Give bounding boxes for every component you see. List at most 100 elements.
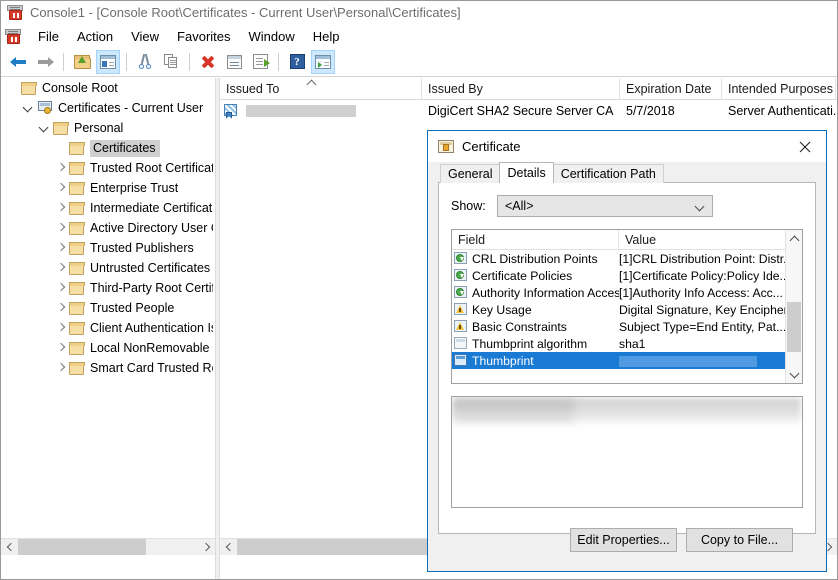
column-header-issued-to[interactable]: Issued To — [220, 78, 422, 100]
toolbar: ? — [1, 47, 837, 77]
tree-horizontal-scrollbar[interactable] — [1, 538, 215, 555]
menu-item-file[interactable]: File — [29, 27, 68, 46]
menu-bar: File Action View Favorites Window Help — [1, 25, 837, 47]
tree-item-label: Trusted Publishers — [90, 241, 194, 255]
chevron-right-icon[interactable] — [53, 220, 69, 236]
tab-label: Details — [507, 166, 545, 180]
tree-item-enterprise-trust[interactable]: Enterprise Trust — [1, 178, 215, 198]
copy-to-file-button[interactable]: Copy to File... — [686, 528, 793, 552]
column-header-expiration-date[interactable]: Expiration Date — [620, 78, 722, 100]
edit-properties-button[interactable]: Edit Properties... — [570, 528, 677, 552]
tree-item-client-authentication-issuers[interactable]: Client Authentication Issuers — [1, 318, 215, 338]
toolbar-separator — [278, 53, 279, 71]
menu-item-favorites[interactable]: Favorites — [168, 27, 239, 46]
tree-scroll-track[interactable] — [18, 539, 198, 556]
sort-ascending-icon — [308, 79, 317, 85]
tree-item-console-root[interactable]: Console Root — [1, 78, 215, 98]
tree-item-smart-card-trusted-roots[interactable]: Smart Card Trusted Roots — [1, 358, 215, 378]
up-one-level-button[interactable] — [70, 50, 94, 74]
value-column-header[interactable]: Value — [619, 230, 802, 249]
tree-item-trusted-publishers[interactable]: Trusted Publishers — [1, 238, 215, 258]
dialog-title-bar: Certificate — [428, 131, 826, 162]
properties-button[interactable] — [222, 50, 246, 74]
warning-icon — [454, 320, 468, 333]
delete-button[interactable] — [196, 50, 220, 74]
show-action-pane-button[interactable] — [311, 50, 335, 74]
field-row[interactable]: CRL Distribution Points[1]CRL Distributi… — [452, 250, 802, 267]
folder-icon — [69, 182, 85, 195]
chevron-down-icon[interactable] — [37, 120, 53, 136]
tree-item-active-directory-user-object[interactable]: Active Directory User Object — [1, 218, 215, 238]
back-button[interactable] — [7, 50, 31, 74]
field-row[interactable]: Thumbprint... — [452, 352, 802, 369]
tree-item-intermediate-certification-au[interactable]: Intermediate Certification Au — [1, 198, 215, 218]
export-icon — [253, 54, 268, 69]
help-button[interactable]: ? — [285, 50, 309, 74]
tree-item-certificates-current-user[interactable]: Certificates - Current User — [1, 98, 215, 118]
menu-item-view[interactable]: View — [122, 27, 168, 46]
field-row[interactable]: Thumbprint algorithmsha1 — [452, 335, 802, 352]
field-scroll-up-button[interactable] — [786, 230, 803, 247]
show-hide-console-tree-button[interactable] — [96, 50, 120, 74]
mmc-console-window: Console1 - [Console Root\Certificates - … — [0, 0, 838, 580]
list-scroll-left-button[interactable] — [220, 539, 237, 556]
chevron-right-icon[interactable] — [53, 160, 69, 176]
chevron-right-icon[interactable] — [53, 300, 69, 316]
chevron-right-icon[interactable] — [53, 280, 69, 296]
arrow-right-icon — [36, 55, 54, 69]
tree-scroll-right-button[interactable] — [198, 539, 215, 556]
properties-icon — [227, 55, 242, 69]
close-button[interactable] — [784, 131, 826, 162]
chevron-right-icon[interactable] — [53, 240, 69, 256]
field-row[interactable]: Key UsageDigital Signature, Key Encipher… — [452, 301, 802, 318]
field-row[interactable]: Authority Information Access[1]Authority… — [452, 284, 802, 301]
tree-item-personal[interactable]: Personal — [1, 118, 215, 138]
chevron-down-icon — [695, 202, 705, 212]
chevron-down-icon[interactable] — [21, 100, 37, 116]
export-list-button[interactable] — [248, 50, 272, 74]
chevron-right-icon[interactable] — [53, 360, 69, 376]
tab-certification-path[interactable]: Certification Path — [553, 164, 664, 183]
field-name-cell: Certificate Policies — [452, 269, 619, 283]
tree-scroll-thumb[interactable] — [18, 539, 146, 556]
dialog-footer: Edit Properties... Copy to File... — [451, 508, 803, 552]
column-header-issued-by[interactable]: Issued By — [422, 78, 620, 100]
chevron-right-icon[interactable] — [53, 340, 69, 356]
certificate-row[interactable]: DigiCert SHA2 Secure Server CA5/7/2018Se… — [220, 100, 837, 122]
tree-item-label: Certificates - Current User — [58, 101, 203, 115]
tree-item-label: Untrusted Certificates — [90, 261, 210, 275]
tree-item-untrusted-certificates[interactable]: Untrusted Certificates — [1, 258, 215, 278]
field-column-header[interactable]: Field — [452, 230, 619, 249]
chevron-right-icon[interactable] — [53, 260, 69, 276]
forward-button[interactable] — [33, 50, 57, 74]
column-header-label: Intended Purposes — [728, 82, 833, 96]
tree-item-local-nonremovable-certific[interactable]: Local NonRemovable Certific — [1, 338, 215, 358]
field-value-display[interactable] — [451, 396, 803, 508]
toolbar-separator — [63, 53, 64, 71]
chevron-right-icon[interactable] — [53, 200, 69, 216]
tree-item-trusted-root-certification-au[interactable]: Trusted Root Certification Au — [1, 158, 215, 178]
chevron-right-icon[interactable] — [53, 320, 69, 336]
copy-button[interactable] — [159, 50, 183, 74]
tab-general[interactable]: General — [440, 164, 500, 183]
tree-item-trusted-people[interactable]: Trusted People — [1, 298, 215, 318]
tree-item-third-party-root-certification[interactable]: Third-Party Root Certification — [1, 278, 215, 298]
menu-item-window[interactable]: Window — [240, 27, 304, 46]
field-scroll-down-button[interactable] — [786, 366, 803, 383]
column-header-intended-purposes[interactable]: Intended Purposes — [722, 78, 836, 100]
cut-button[interactable] — [133, 50, 157, 74]
tree-item-label: Trusted People — [90, 301, 174, 315]
field-row[interactable]: Basic ConstraintsSubject Type=End Entity… — [452, 318, 802, 335]
chevron-right-icon[interactable] — [53, 180, 69, 196]
field-scroll-thumb[interactable] — [787, 302, 801, 352]
menu-item-help[interactable]: Help — [304, 27, 349, 46]
tab-details[interactable]: Details — [499, 162, 553, 183]
tree-item-certificates[interactable]: Certificates — [1, 138, 215, 158]
redacted-thumbprint-value — [619, 356, 757, 367]
field-row[interactable]: Certificate Policies[1]Certificate Polic… — [452, 267, 802, 284]
show-dropdown[interactable]: <All> — [497, 195, 713, 217]
field-icon — [454, 354, 468, 367]
menu-item-action[interactable]: Action — [68, 27, 122, 46]
tree-scroll-left-button[interactable] — [1, 539, 18, 556]
field-list-vertical-scrollbar[interactable] — [785, 230, 802, 383]
